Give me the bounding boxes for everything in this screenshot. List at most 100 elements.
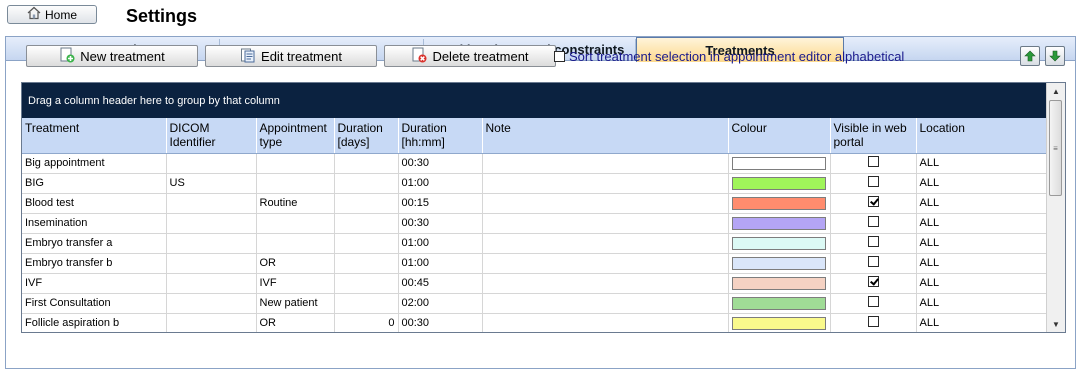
cell-dicom-identifier[interactable]	[166, 293, 257, 314]
cell-treatment[interactable]: BIG	[22, 173, 167, 194]
colour-swatch[interactable]	[731, 176, 826, 190]
column-header-visible-web-portal[interactable]: Visible in web portal	[830, 118, 917, 154]
cell-dicom-identifier[interactable]	[166, 233, 257, 254]
cell-appointment-type[interactable]: New patient	[256, 293, 335, 314]
cell-appointment-type[interactable]: OR	[256, 253, 335, 274]
cell-duration-hhmm[interactable]: 01:00	[398, 253, 483, 274]
cell-note[interactable]	[482, 233, 729, 254]
cell-appointment-type[interactable]: IVF	[256, 273, 335, 294]
cell-treatment[interactable]: Follicle aspiration b	[22, 313, 167, 332]
cell-visible-web-portal[interactable]	[830, 173, 917, 194]
cell-location[interactable]: ALL	[916, 273, 1047, 294]
cell-colour[interactable]	[728, 153, 831, 174]
column-header-duration-days[interactable]: Duration [days]	[334, 118, 399, 154]
table-row[interactable]: IVF IVF 00:45 ALL	[22, 273, 1047, 294]
cell-visible-web-portal[interactable]	[830, 273, 917, 294]
visible-web-portal-checkbox[interactable]	[867, 276, 879, 287]
cell-location[interactable]: ALL	[916, 153, 1047, 174]
cell-colour[interactable]	[728, 293, 831, 314]
cell-duration-days[interactable]	[334, 273, 399, 294]
cell-duration-days[interactable]	[334, 153, 399, 174]
cell-note[interactable]	[482, 173, 729, 194]
column-header-appointment-type[interactable]: Appointment type	[256, 118, 335, 154]
visible-web-portal-checkbox[interactable]	[867, 176, 879, 187]
cell-visible-web-portal[interactable]	[830, 253, 917, 274]
colour-swatch[interactable]	[731, 196, 826, 210]
cell-duration-hhmm[interactable]: 00:15	[398, 193, 483, 214]
cell-colour[interactable]	[728, 313, 831, 332]
cell-appointment-type[interactable]	[256, 213, 335, 234]
cell-duration-hhmm[interactable]: 00:45	[398, 273, 483, 294]
cell-visible-web-portal[interactable]	[830, 233, 917, 254]
cell-duration-days[interactable]: 0	[334, 313, 399, 332]
cell-treatment[interactable]: Insemination	[22, 213, 167, 234]
cell-location[interactable]: ALL	[916, 233, 1047, 254]
visible-web-portal-checkbox[interactable]	[867, 296, 879, 307]
cell-visible-web-portal[interactable]	[830, 193, 917, 214]
cell-dicom-identifier[interactable]: US	[166, 173, 257, 194]
cell-visible-web-portal[interactable]	[830, 313, 917, 332]
table-row[interactable]: Insemination 00:30 ALL	[22, 213, 1047, 234]
cell-visible-web-portal[interactable]	[830, 293, 917, 314]
cell-colour[interactable]	[728, 213, 831, 234]
colour-swatch[interactable]	[731, 216, 826, 230]
cell-dicom-identifier[interactable]	[166, 313, 257, 332]
cell-duration-days[interactable]	[334, 213, 399, 234]
column-header-treatment[interactable]: Treatment	[22, 118, 167, 154]
cell-note[interactable]	[482, 193, 729, 214]
cell-treatment[interactable]: First Consultation	[22, 293, 167, 314]
move-down-button[interactable]	[1045, 46, 1065, 66]
cell-treatment[interactable]: Big appointment	[22, 153, 167, 174]
column-header-colour[interactable]: Colour	[728, 118, 831, 154]
cell-dicom-identifier[interactable]	[166, 193, 257, 214]
vertical-scrollbar[interactable]: ▲ ≡ ▼	[1046, 83, 1065, 332]
cell-note[interactable]	[482, 253, 729, 274]
table-row[interactable]: Big appointment 00:30 ALL	[22, 153, 1047, 174]
visible-web-portal-checkbox[interactable]	[867, 196, 879, 207]
cell-visible-web-portal[interactable]	[830, 213, 917, 234]
visible-web-portal-checkbox[interactable]	[867, 216, 879, 227]
visible-web-portal-checkbox[interactable]	[867, 236, 879, 247]
colour-swatch[interactable]	[731, 156, 826, 170]
cell-location[interactable]: ALL	[916, 313, 1047, 332]
cell-note[interactable]	[482, 313, 729, 332]
colour-swatch[interactable]	[731, 296, 826, 310]
cell-appointment-type[interactable]	[256, 173, 335, 194]
cell-colour[interactable]	[728, 273, 831, 294]
sort-alphabetical-option[interactable]: Sort treatment selection in appointment …	[554, 49, 904, 64]
column-header-duration-hhmm[interactable]: Duration [hh:mm]	[398, 118, 483, 154]
cell-duration-days[interactable]	[334, 193, 399, 214]
cell-treatment[interactable]: Embryo transfer a	[22, 233, 167, 254]
cell-note[interactable]	[482, 153, 729, 174]
cell-appointment-type[interactable]	[256, 233, 335, 254]
table-row[interactable]: Follicle aspiration b OR 0 00:30 ALL	[22, 313, 1047, 332]
table-row[interactable]: Blood test Routine 00:15 ALL	[22, 193, 1047, 214]
cell-dicom-identifier[interactable]	[166, 213, 257, 234]
cell-note[interactable]	[482, 273, 729, 294]
visible-web-portal-checkbox[interactable]	[867, 256, 879, 267]
cell-colour[interactable]	[728, 193, 831, 214]
cell-duration-hhmm[interactable]: 00:30	[398, 153, 483, 174]
scroll-down-arrow-icon[interactable]: ▼	[1050, 318, 1062, 330]
colour-swatch[interactable]	[731, 276, 826, 290]
cell-treatment[interactable]: Blood test	[22, 193, 167, 214]
cell-note[interactable]	[482, 293, 729, 314]
sort-alphabetical-checkbox[interactable]	[554, 51, 565, 62]
table-row[interactable]: Embryo transfer b OR 01:00 ALL	[22, 253, 1047, 274]
edit-treatment-button[interactable]: Edit treatment	[205, 45, 377, 67]
cell-location[interactable]: ALL	[916, 173, 1047, 194]
cell-treatment[interactable]: Embryo transfer b	[22, 253, 167, 274]
cell-dicom-identifier[interactable]	[166, 253, 257, 274]
colour-swatch[interactable]	[731, 316, 826, 330]
cell-duration-days[interactable]	[334, 293, 399, 314]
new-treatment-button[interactable]: New treatment	[26, 45, 198, 67]
cell-duration-hhmm[interactable]: 01:00	[398, 173, 483, 194]
cell-duration-hhmm[interactable]: 01:00	[398, 233, 483, 254]
cell-colour[interactable]	[728, 173, 831, 194]
cell-colour[interactable]	[728, 233, 831, 254]
cell-duration-hhmm[interactable]: 00:30	[398, 213, 483, 234]
visible-web-portal-checkbox[interactable]	[867, 156, 879, 167]
cell-duration-hhmm[interactable]: 00:30	[398, 313, 483, 332]
colour-swatch[interactable]	[731, 236, 826, 250]
home-button[interactable]: Home	[7, 5, 97, 24]
